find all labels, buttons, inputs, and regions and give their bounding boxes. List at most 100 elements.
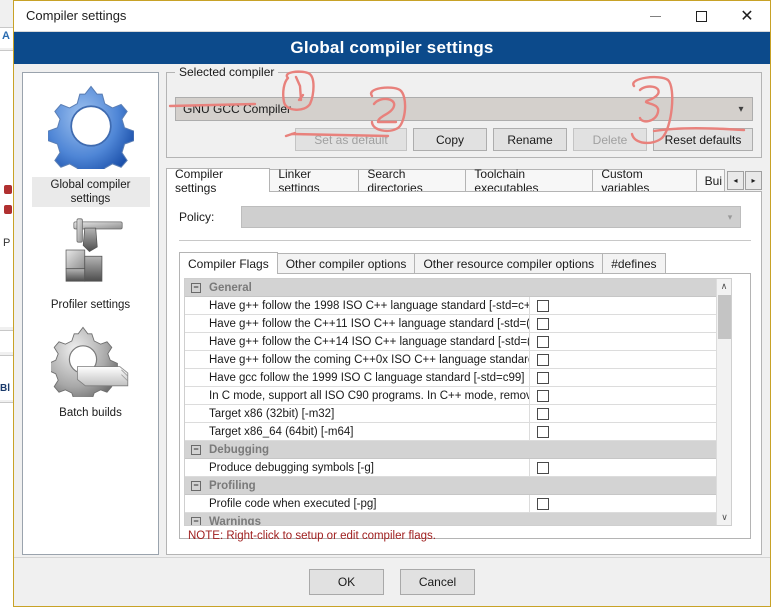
compiler-flags-list[interactable]: − General Have g++ follow the 1998 ISO C… <box>184 278 732 526</box>
cancel-button[interactable]: Cancel <box>400 568 475 595</box>
checkbox-icon[interactable] <box>537 353 549 366</box>
flag-checkbox-cell[interactable] <box>530 351 731 369</box>
tab-other-compiler-options[interactable]: Other compiler options <box>276 253 416 274</box>
flag-checkbox-cell[interactable] <box>530 495 731 513</box>
tab-toolchain-executables[interactable]: Toolchain executables <box>465 167 594 195</box>
flag-row[interactable]: Target x86 (32bit) [-m32] <box>185 405 731 423</box>
bg-breakpoint-dot-2 <box>4 205 12 214</box>
scrollbar-thumb[interactable] <box>718 295 731 339</box>
scroll-down-button[interactable]: ∨ <box>717 510 731 525</box>
flags-group-row[interactable]: − Profiling <box>185 477 731 495</box>
dialog-body: Global compiler settings Profiler settin… <box>14 64 770 605</box>
tab-build-options-truncated[interactable]: Bui <box>695 169 725 192</box>
collapse-icon[interactable]: − <box>191 480 201 491</box>
gear-stack-icon <box>47 325 131 408</box>
rename-button[interactable]: Rename <box>493 128 567 151</box>
scroll-up-button[interactable]: ∧ <box>717 279 731 294</box>
flags-group-profiling[interactable]: − Profiling <box>185 477 731 495</box>
tab-defines[interactable]: #defines <box>602 253 666 274</box>
maximize-button[interactable] <box>678 1 724 31</box>
flag-label: Profile code when executed [-pg] <box>185 495 530 513</box>
sidebar-item-label: Global compiler settings <box>31 177 150 207</box>
collapse-icon[interactable]: − <box>191 444 201 455</box>
minimize-button[interactable] <box>632 1 678 31</box>
flag-row[interactable]: Produce debugging symbols [-g] <box>185 459 731 477</box>
flag-row[interactable]: Have g++ follow the C++11 ISO C++ langua… <box>185 315 731 333</box>
tab-linker-settings[interactable]: Linker settings <box>269 167 360 195</box>
bg-label-bl: Bl <box>0 383 10 394</box>
tab-scroll-arrows: ◂ ▸ <box>726 170 762 190</box>
checkbox-icon[interactable] <box>537 335 549 348</box>
close-icon: ✕ <box>740 6 754 25</box>
flags-group-general[interactable]: − General <box>185 279 731 297</box>
selected-compiler-group-title: Selected compiler <box>175 65 279 79</box>
compiler-settings-tab-page: Policy: ▾ Compiler Flags Other compiler … <box>166 191 762 555</box>
flag-checkbox-cell[interactable] <box>530 387 731 405</box>
minimize-icon <box>649 15 661 17</box>
flag-checkbox-cell[interactable] <box>530 369 731 387</box>
tab-search-directories[interactable]: Search directories <box>358 167 467 195</box>
tab-scroll-right-button[interactable]: ▸ <box>745 170 762 190</box>
policy-dropdown[interactable]: ▾ <box>241 206 741 228</box>
banner-title: Global compiler settings <box>290 38 494 57</box>
flags-group-label: General <box>209 281 252 294</box>
checkbox-icon[interactable] <box>537 317 549 330</box>
flag-row[interactable]: Profile code when executed [-pg] <box>185 495 731 513</box>
tab-custom-variables[interactable]: Custom variables <box>592 167 697 195</box>
sidebar-item-batch-builds[interactable]: Batch builds <box>23 313 158 421</box>
tab-compiler-settings[interactable]: Compiler settings <box>166 167 271 195</box>
flag-row[interactable]: Have g++ follow the 1998 ISO C++ languag… <box>185 297 731 315</box>
flag-row[interactable]: Target x86_64 (64bit) [-m64] <box>185 423 731 441</box>
flag-checkbox-cell[interactable] <box>530 315 731 333</box>
checkbox-icon[interactable] <box>537 461 549 474</box>
collapse-icon[interactable]: − <box>191 282 201 293</box>
copy-button[interactable]: Copy <box>413 128 487 151</box>
tab-other-resource-compiler-options[interactable]: Other resource compiler options <box>414 253 604 274</box>
checkbox-icon[interactable] <box>537 299 549 312</box>
chevron-down-icon: ▾ <box>727 211 733 222</box>
checkbox-icon[interactable] <box>537 497 549 510</box>
flag-checkbox-cell[interactable] <box>530 405 731 423</box>
flag-label: Have gcc follow the 1999 ISO C language … <box>185 369 530 387</box>
flags-group-row[interactable]: − Debugging <box>185 441 731 459</box>
flag-row[interactable]: Have gcc follow the 1999 ISO C language … <box>185 369 731 387</box>
flag-checkbox-cell[interactable] <box>530 297 731 315</box>
checkbox-icon[interactable] <box>537 371 549 384</box>
flag-checkbox-cell[interactable] <box>530 333 731 351</box>
flags-group-warnings[interactable]: − Warnings <box>185 513 731 525</box>
checkbox-icon[interactable] <box>537 389 549 402</box>
flags-list-scrollbar[interactable]: ∧ ∨ <box>716 279 731 525</box>
sidebar-item-profiler-settings[interactable]: Profiler settings <box>23 207 158 313</box>
sidebar-item-global-compiler-settings[interactable]: Global compiler settings <box>23 73 158 207</box>
flag-label: Have g++ follow the C++14 ISO C++ langua… <box>185 333 530 351</box>
reset-defaults-button[interactable]: Reset defaults <box>653 128 753 151</box>
flag-label: Have g++ follow the coming C++0x ISO C++… <box>185 351 530 369</box>
flags-group-row[interactable]: − General <box>185 279 731 297</box>
flag-row[interactable]: In C mode, support all ISO C90 programs.… <box>185 387 731 405</box>
flag-label: Target x86_64 (64bit) [-m64] <box>185 423 530 441</box>
set-as-default-button[interactable]: Set as default <box>295 128 407 151</box>
flag-checkbox-cell[interactable] <box>530 459 731 477</box>
settings-content: Selected compiler GNU GCC Compiler ▾ Set… <box>166 65 762 555</box>
flag-label: In C mode, support all ISO C90 programs.… <box>185 387 530 405</box>
flag-label: Target x86 (32bit) [-m32] <box>185 405 530 423</box>
tab-scroll-left-button[interactable]: ◂ <box>727 170 744 190</box>
bg-letter-a: A <box>2 30 10 42</box>
flag-row[interactable]: Have g++ follow the coming C++0x ISO C++… <box>185 351 731 369</box>
flag-label: Have g++ follow the 1998 ISO C++ languag… <box>185 297 530 315</box>
collapse-icon[interactable]: − <box>191 516 201 525</box>
checkbox-icon[interactable] <box>537 407 549 420</box>
flag-checkbox-cell[interactable] <box>530 423 731 441</box>
inner-tab-strip: Compiler Flags Other compiler options Ot… <box>179 252 666 274</box>
flag-row[interactable]: Have g++ follow the C++14 ISO C++ langua… <box>185 333 731 351</box>
selected-compiler-dropdown[interactable]: GNU GCC Compiler ▾ <box>175 97 753 121</box>
compiler-flags-tab-page: − General Have g++ follow the 1998 ISO C… <box>179 273 751 542</box>
delete-button[interactable]: Delete <box>573 128 647 151</box>
flags-group-row[interactable]: − Warnings <box>185 513 731 525</box>
flags-group-label: Profiling <box>209 479 256 492</box>
flags-group-debugging[interactable]: − Debugging <box>185 441 731 459</box>
checkbox-icon[interactable] <box>537 425 549 438</box>
tab-compiler-flags[interactable]: Compiler Flags <box>179 252 278 274</box>
close-button[interactable]: ✕ <box>724 1 770 31</box>
ok-button[interactable]: OK <box>309 568 384 595</box>
